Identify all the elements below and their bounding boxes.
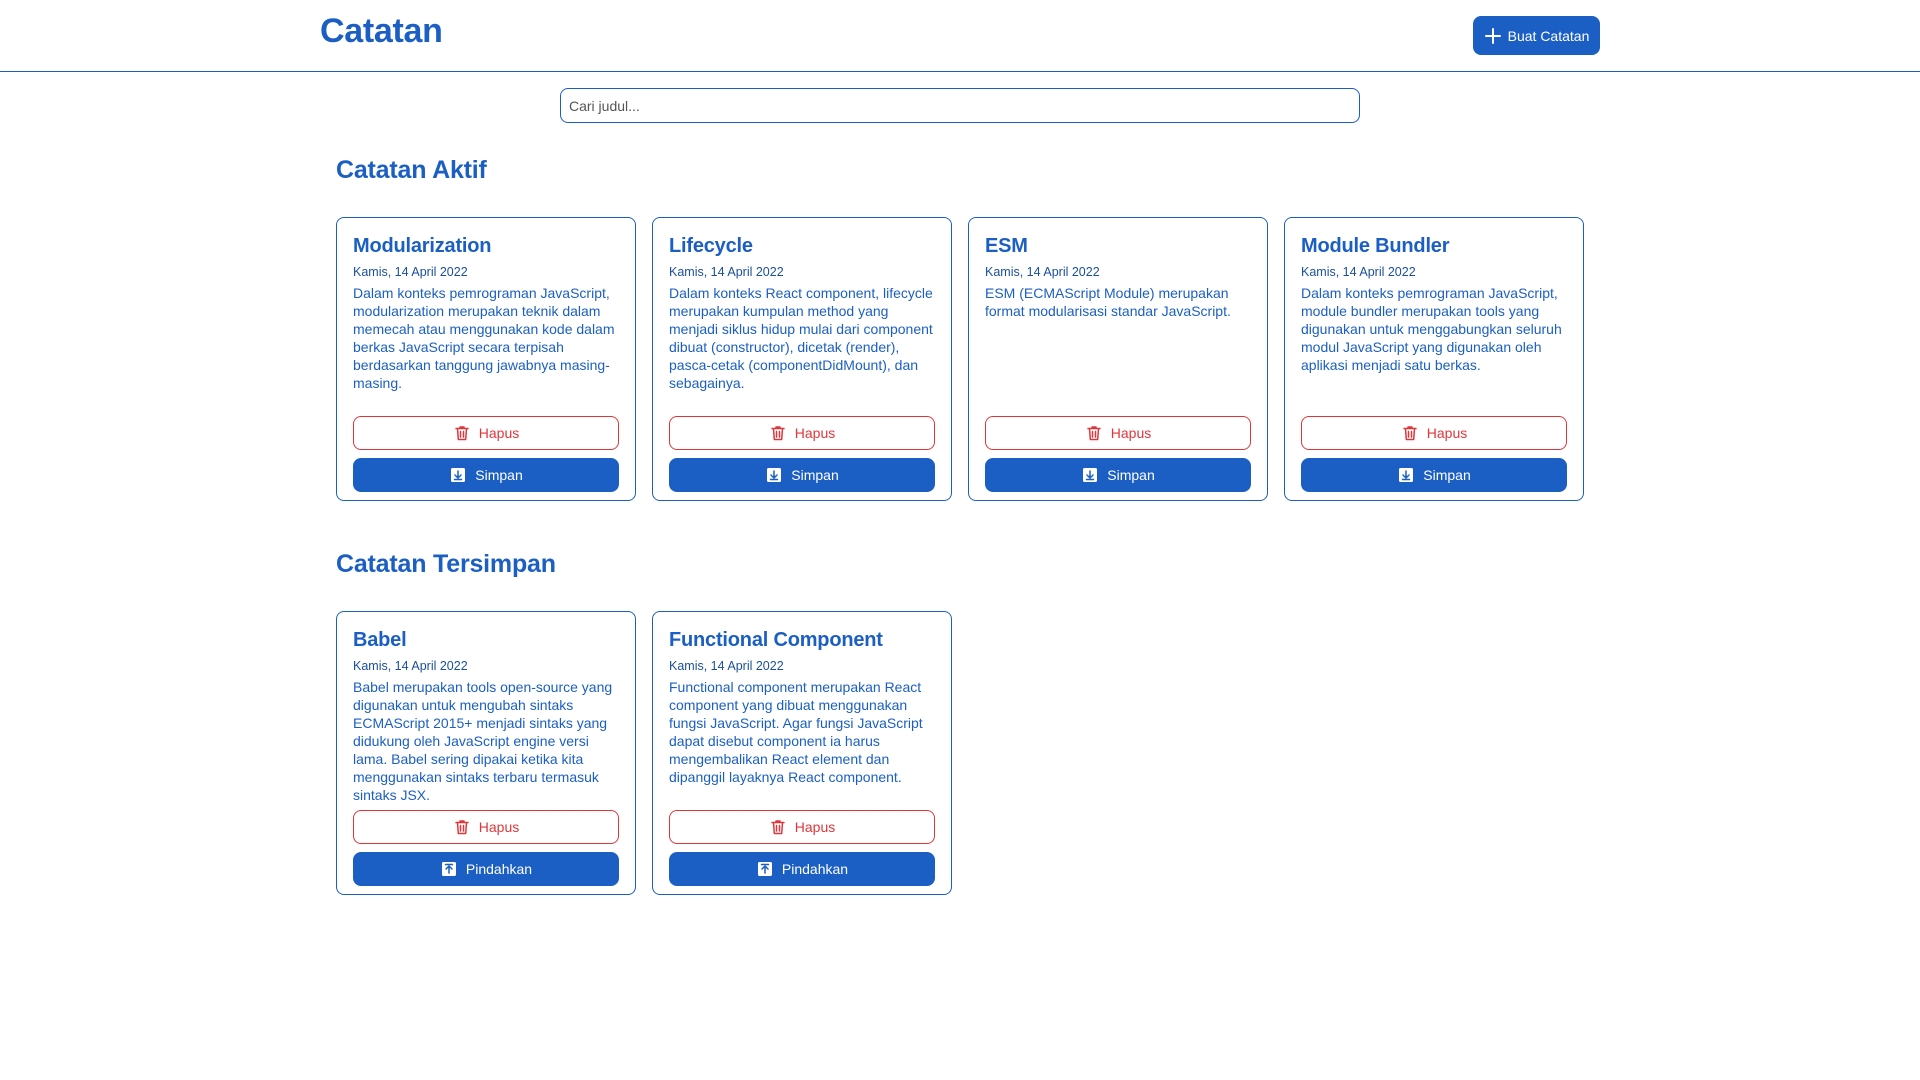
archived-notes-heading: Catatan Tersimpan bbox=[336, 550, 556, 578]
trash-icon bbox=[1085, 424, 1103, 442]
archive-down-icon bbox=[1397, 466, 1415, 484]
note-date: Kamis, 14 April 2022 bbox=[985, 265, 1100, 279]
archive-down-icon bbox=[765, 466, 783, 484]
delete-button[interactable]: Hapus bbox=[669, 416, 935, 450]
note-date: Kamis, 14 April 2022 bbox=[353, 659, 468, 673]
note-card: Module Bundler Kamis, 14 April 2022 Dala… bbox=[1284, 217, 1584, 501]
note-body: Dalam konteks pemrograman JavaScript, mo… bbox=[353, 285, 615, 391]
archive-label: Simpan bbox=[1107, 467, 1155, 483]
trash-icon bbox=[453, 818, 471, 836]
note-body: Babel merupakan tools open-source yang d… bbox=[353, 679, 613, 803]
note-body: Dalam konteks React component, lifecycle… bbox=[669, 285, 933, 391]
note-date: Kamis, 14 April 2022 bbox=[669, 659, 784, 673]
search-bar bbox=[560, 88, 1360, 123]
archive-button[interactable]: Simpan bbox=[669, 458, 935, 492]
note-body: ESM (ECMAScript Module) merupakan format… bbox=[985, 285, 1231, 319]
note-title: Babel bbox=[353, 629, 407, 651]
note-title: Lifecycle bbox=[669, 235, 753, 257]
search-input[interactable] bbox=[560, 88, 1360, 123]
note-title: Module Bundler bbox=[1301, 235, 1450, 257]
note-date: Kamis, 14 April 2022 bbox=[353, 265, 468, 279]
create-note-label: Buat Catatan bbox=[1507, 27, 1590, 44]
delete-label: Hapus bbox=[794, 819, 836, 835]
archive-label: Simpan bbox=[1423, 467, 1471, 483]
app-title: Catatan bbox=[320, 12, 443, 50]
unarchive-label: Pindahkan bbox=[781, 861, 849, 877]
note-card: Babel Kamis, 14 April 2022 Babel merupak… bbox=[336, 611, 636, 895]
plus-icon bbox=[1484, 27, 1502, 45]
archived-notes-grid: Babel Kamis, 14 April 2022 Babel merupak… bbox=[336, 611, 952, 895]
archive-button[interactable]: Simpan bbox=[985, 458, 1251, 492]
delete-button[interactable]: Hapus bbox=[1301, 416, 1567, 450]
delete-label: Hapus bbox=[1426, 425, 1468, 441]
note-body: Functional component merupakan React com… bbox=[669, 679, 923, 785]
delete-label: Hapus bbox=[478, 819, 520, 835]
archive-up-icon bbox=[756, 860, 774, 878]
note-title: ESM bbox=[985, 235, 1028, 257]
delete-label: Hapus bbox=[478, 425, 520, 441]
delete-button[interactable]: Hapus bbox=[353, 416, 619, 450]
archive-label: Simpan bbox=[475, 467, 523, 483]
note-card: Functional Component Kamis, 14 April 202… bbox=[652, 611, 952, 895]
trash-icon bbox=[769, 818, 787, 836]
unarchive-button[interactable]: Pindahkan bbox=[669, 852, 935, 886]
delete-button[interactable]: Hapus bbox=[353, 810, 619, 844]
archive-button[interactable]: Simpan bbox=[353, 458, 619, 492]
app-header: Catatan Buat Catatan bbox=[0, 0, 1920, 72]
archive-up-icon bbox=[440, 860, 458, 878]
delete-button[interactable]: Hapus bbox=[985, 416, 1251, 450]
archive-down-icon bbox=[1081, 466, 1099, 484]
unarchive-label: Pindahkan bbox=[465, 861, 533, 877]
delete-label: Hapus bbox=[794, 425, 836, 441]
trash-icon bbox=[1401, 424, 1419, 442]
archive-button[interactable]: Simpan bbox=[1301, 458, 1567, 492]
note-card: ESM Kamis, 14 April 2022 ESM (ECMAScript… bbox=[968, 217, 1268, 501]
note-card: Modularization Kamis, 14 April 2022 Dala… bbox=[336, 217, 636, 501]
note-date: Kamis, 14 April 2022 bbox=[669, 265, 784, 279]
unarchive-button[interactable]: Pindahkan bbox=[353, 852, 619, 886]
archive-label: Simpan bbox=[791, 467, 839, 483]
active-notes-grid: Modularization Kamis, 14 April 2022 Dala… bbox=[336, 217, 1584, 501]
note-title: Functional Component bbox=[669, 629, 883, 651]
trash-icon bbox=[769, 424, 787, 442]
archive-down-icon bbox=[449, 466, 467, 484]
active-notes-heading: Catatan Aktif bbox=[336, 156, 487, 184]
note-date: Kamis, 14 April 2022 bbox=[1301, 265, 1416, 279]
create-note-button[interactable]: Buat Catatan bbox=[1473, 16, 1600, 55]
delete-button[interactable]: Hapus bbox=[669, 810, 935, 844]
note-title: Modularization bbox=[353, 235, 492, 257]
note-card: Lifecycle Kamis, 14 April 2022 Dalam kon… bbox=[652, 217, 952, 501]
trash-icon bbox=[453, 424, 471, 442]
note-body: Dalam konteks pemrograman JavaScript, mo… bbox=[1301, 285, 1562, 373]
delete-label: Hapus bbox=[1110, 425, 1152, 441]
